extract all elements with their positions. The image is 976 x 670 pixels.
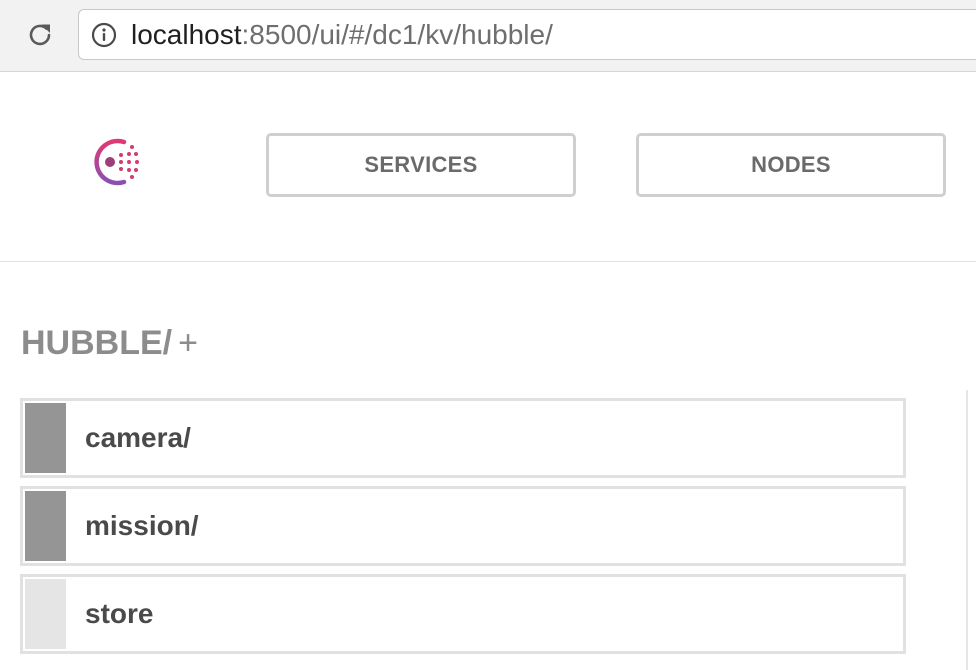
kv-item-camera[interactable]: camera/ — [20, 398, 906, 478]
app-header: SERVICES NODES — [0, 72, 976, 262]
scroll-divider — [966, 390, 968, 670]
url-path: :8500/ui/#/dc1/kv/hubble/ — [241, 19, 553, 50]
consul-logo-icon[interactable] — [80, 132, 142, 192]
kv-list: camera/ mission/ store — [20, 398, 906, 662]
nodes-nav-button[interactable]: NODES — [636, 133, 946, 197]
key-marker — [25, 579, 66, 649]
kv-item-mission[interactable]: mission/ — [20, 486, 906, 566]
reload-icon[interactable] — [26, 21, 54, 49]
folder-marker — [25, 403, 66, 473]
info-icon[interactable] — [91, 22, 117, 48]
page-title: HUBBLE/+ — [21, 323, 198, 363]
services-nav-button[interactable]: SERVICES — [266, 133, 576, 197]
browser-toolbar: localhost:8500/ui/#/dc1/kv/hubble/ — [0, 0, 976, 72]
url-text[interactable]: localhost:8500/ui/#/dc1/kv/hubble/ — [131, 19, 553, 51]
add-key-button[interactable]: + — [178, 324, 198, 362]
kv-item-label: store — [85, 598, 154, 629]
url-host: localhost — [131, 19, 242, 50]
folder-marker — [25, 491, 66, 561]
page-title-text: HUBBLE/ — [21, 324, 173, 362]
kv-item-label: camera/ — [85, 422, 191, 453]
address-bar[interactable]: localhost:8500/ui/#/dc1/kv/hubble/ — [78, 9, 976, 60]
kv-item-label: mission/ — [85, 510, 199, 541]
kv-item-store[interactable]: store — [20, 574, 906, 654]
